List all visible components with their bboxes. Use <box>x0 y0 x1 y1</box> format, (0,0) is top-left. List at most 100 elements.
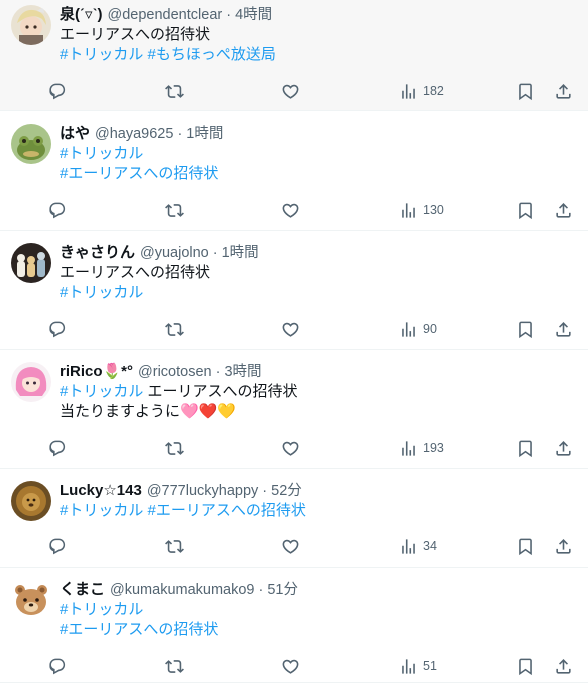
hashtag-link[interactable]: #エーリアスへの招待状 <box>60 165 218 182</box>
views-icon <box>399 201 418 220</box>
bookmark-button[interactable] <box>516 653 535 679</box>
reply-button[interactable] <box>48 316 67 342</box>
share-button[interactable] <box>554 316 573 342</box>
user-handle[interactable]: @777luckyhappy <box>147 481 258 501</box>
hashtag-link[interactable]: #エーリアスへの招待状 <box>148 502 306 519</box>
tweet-content: 泉(ˊ▿ˋ) @dependentclear · 4時間 エーリアスへの招待状 #トリッカ… <box>60 5 576 65</box>
bookmark-button[interactable] <box>516 316 535 342</box>
tweet-text-line: #トリッカル #もちほっぺ放送局 <box>60 45 576 65</box>
views-button[interactable]: 130 <box>399 197 444 223</box>
anime-girl-avatar[interactable] <box>11 5 51 45</box>
like-icon <box>281 439 300 458</box>
share-icon <box>554 537 573 556</box>
retweet-icon <box>165 82 184 101</box>
reply-button[interactable] <box>48 435 67 461</box>
like-button[interactable] <box>281 197 300 223</box>
bookmark-button[interactable] <box>516 197 535 223</box>
like-button[interactable] <box>281 78 300 104</box>
reply-button[interactable] <box>48 653 67 679</box>
bookmark-button[interactable] <box>516 435 535 461</box>
timestamp[interactable]: 52分 <box>271 481 302 501</box>
share-button[interactable] <box>554 435 573 461</box>
display-name[interactable]: はや <box>60 124 90 144</box>
views-button[interactable]: 51 <box>399 653 437 679</box>
like-button[interactable] <box>281 316 300 342</box>
hashtag-link[interactable]: #トリッカル <box>60 383 143 400</box>
tweet-text-line: #エーリアスへの招待状 <box>60 164 576 184</box>
timestamp[interactable]: 4時間 <box>235 5 272 25</box>
tweet-text-line: #トリッカル <box>60 144 576 164</box>
views-button[interactable]: 90 <box>399 316 437 342</box>
retweet-button[interactable] <box>165 197 184 223</box>
hashtag-link[interactable]: #もちほっぺ放送局 <box>148 46 276 63</box>
hashtag-link[interactable]: #トリッカル <box>60 502 143 519</box>
views-button[interactable]: 182 <box>399 78 444 104</box>
display-name[interactable]: くまこ <box>60 580 105 600</box>
tweet[interactable]: きゃさりん @yuajolno · 1時間 エーリアスへの招待状 #トリッカル 90 <box>0 231 588 350</box>
share-button[interactable] <box>554 197 573 223</box>
bookmark-icon <box>516 537 535 556</box>
share-button[interactable] <box>554 78 573 104</box>
hashtag-link[interactable]: #エーリアスへの招待状 <box>60 621 218 638</box>
tweet[interactable]: はや @haya9625 · 1時間 #トリッカル #エーリアスへの招待状 130 <box>0 111 588 231</box>
like-button[interactable] <box>281 533 300 559</box>
reply-button[interactable] <box>48 533 67 559</box>
reply-button[interactable] <box>48 197 67 223</box>
tweet-text-line: 当たりますように🩷❤️💛 <box>60 402 576 422</box>
views-icon <box>399 320 418 339</box>
bear-avatar[interactable] <box>11 580 51 620</box>
tweet[interactable]: 泉(ˊ▿ˋ) @dependentclear · 4時間 エーリアスへの招待状 #トリッカ… <box>0 0 588 111</box>
views-icon <box>399 537 418 556</box>
pink-hair-avatar[interactable] <box>11 362 51 402</box>
timestamp[interactable]: 1時間 <box>222 243 259 263</box>
tweet-header: 泉(ˊ▿ˋ) @dependentclear · 4時間 <box>60 5 576 25</box>
hashtag-link[interactable]: #トリッカル <box>60 46 143 63</box>
bookmark-button[interactable] <box>516 533 535 559</box>
user-handle[interactable]: @dependentclear <box>108 5 223 25</box>
tweet-content: くまこ @kumakumakumako9 · 51分 #トリッカル #エーリアスへの招待状 <box>60 580 576 640</box>
bookmark-button[interactable] <box>516 78 535 104</box>
hashtag-link[interactable]: #トリッカル <box>60 145 143 162</box>
retweet-icon <box>165 537 184 556</box>
share-button[interactable] <box>554 533 573 559</box>
retweet-button[interactable] <box>165 435 184 461</box>
tweet[interactable]: riRico🌷*° @ricotosen · 3時間 #トリッカル エーリアスへの招待状… <box>0 350 588 469</box>
tweet[interactable]: Lucky☆143 @777luckyhappy · 52分 #トリッカル #エーリアス… <box>0 469 588 568</box>
user-handle[interactable]: @haya9625 <box>95 124 173 144</box>
separator-dot: · <box>258 582 264 598</box>
tweet[interactable]: くまこ @kumakumakumako9 · 51分 #トリッカル #エーリアスへの招待状… <box>0 568 588 683</box>
share-button[interactable] <box>554 653 573 679</box>
user-handle[interactable]: @yuajolno <box>140 243 209 263</box>
reply-icon <box>48 657 67 676</box>
bookmark-icon <box>516 201 535 220</box>
frog-avatar[interactable] <box>11 124 51 164</box>
user-handle[interactable]: @kumakumakumako9 <box>110 580 254 600</box>
hashtag-link[interactable]: #トリッカル <box>60 284 143 301</box>
views-icon <box>399 657 418 676</box>
retweet-button[interactable] <box>165 316 184 342</box>
like-button[interactable] <box>281 653 300 679</box>
reply-button[interactable] <box>48 78 67 104</box>
tweet-text-line: #トリッカル <box>60 600 576 620</box>
timestamp[interactable]: 3時間 <box>224 362 261 382</box>
tweet-header: くまこ @kumakumakumako9 · 51分 <box>60 580 576 600</box>
views-button[interactable]: 193 <box>399 435 444 461</box>
retweet-button[interactable] <box>165 78 184 104</box>
figures-avatar[interactable] <box>11 243 51 283</box>
display-name[interactable]: riRico🌷*° <box>60 362 133 382</box>
retweet-button[interactable] <box>165 653 184 679</box>
timestamp[interactable]: 51分 <box>267 580 298 600</box>
user-handle[interactable]: @ricotosen <box>138 362 212 382</box>
tweet-text-line: エーリアスへの招待状 <box>60 263 576 283</box>
like-button[interactable] <box>281 435 300 461</box>
display-name[interactable]: Lucky☆143 <box>60 481 142 501</box>
retweet-button[interactable] <box>165 533 184 559</box>
lion-avatar[interactable] <box>11 481 51 521</box>
display-name[interactable]: 泉(ˊ▿ˋ) <box>60 5 103 25</box>
tweet-text-line: #トリッカル <box>60 283 576 303</box>
timestamp[interactable]: 1時間 <box>186 124 223 144</box>
hashtag-link[interactable]: #トリッカル <box>60 601 143 618</box>
views-button[interactable]: 34 <box>399 533 437 559</box>
display-name[interactable]: きゃさりん <box>60 243 135 263</box>
view-count: 182 <box>423 84 444 98</box>
